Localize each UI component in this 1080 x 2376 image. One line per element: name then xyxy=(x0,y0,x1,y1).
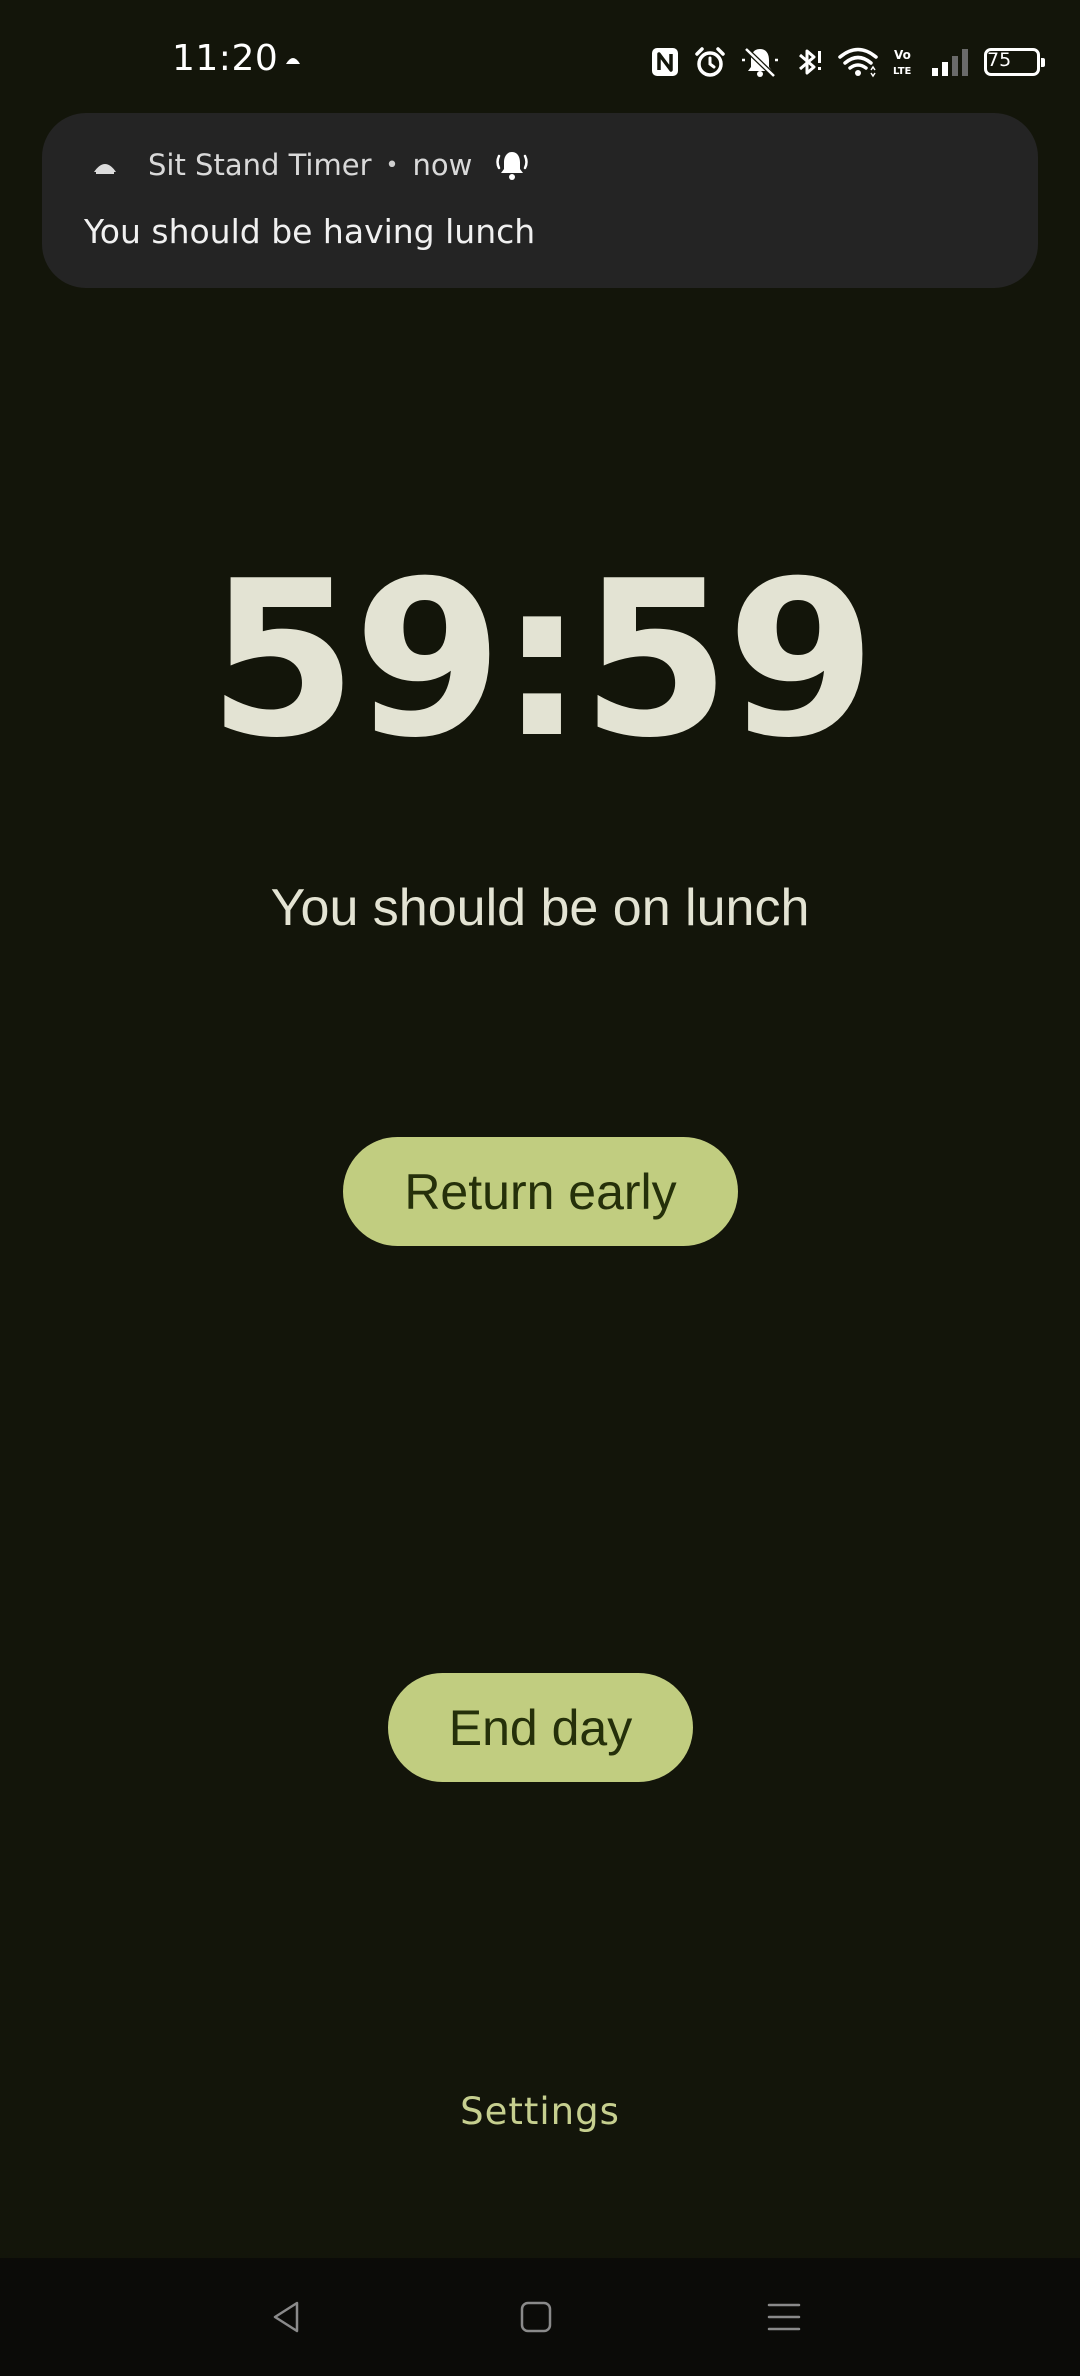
nfc-icon xyxy=(652,48,678,76)
app-icon xyxy=(94,164,116,174)
status-message: You should be on lunch xyxy=(270,879,810,937)
status-time: 11:20 xyxy=(172,38,279,79)
notification-header: Sit Stand Timer • now xyxy=(148,148,532,182)
wifi-icon xyxy=(838,47,878,78)
notification-time: now xyxy=(412,148,473,182)
notification-separator: • xyxy=(385,152,399,178)
notification-card[interactable] xyxy=(42,113,1038,288)
screen: 11:20 Vo LTE 75 Sit Stand Timer • now Yo… xyxy=(0,0,1080,2376)
signal-icon xyxy=(932,49,968,76)
notification-message: You should be having lunch xyxy=(84,212,536,251)
svg-text:Vo: Vo xyxy=(894,48,911,62)
back-icon xyxy=(273,2301,299,2333)
recents-button[interactable] xyxy=(724,2258,844,2376)
recents-icon xyxy=(767,2303,801,2331)
return-early-button[interactable]: Return early xyxy=(343,1137,738,1246)
end-day-button[interactable]: End day xyxy=(388,1673,693,1782)
battery-level: 75 xyxy=(987,49,1012,71)
home-icon xyxy=(520,2301,552,2333)
notification-app-name: Sit Stand Timer xyxy=(148,148,372,182)
navigation-bar xyxy=(0,2258,1080,2376)
volte-icon: Vo LTE xyxy=(893,48,912,77)
battery-icon: 75 xyxy=(984,48,1045,76)
status-icons: Vo LTE 75 xyxy=(650,40,1045,84)
app-notification-icon xyxy=(286,58,300,64)
back-button[interactable] xyxy=(227,2258,347,2376)
alert-bell-icon xyxy=(496,152,529,180)
status-bar: 11:20 Vo LTE 75 xyxy=(0,0,1080,115)
silent-bell-icon xyxy=(742,47,778,78)
settings-link[interactable]: Settings xyxy=(0,2090,1080,2133)
home-button[interactable] xyxy=(476,2258,596,2376)
bluetooth-icon xyxy=(799,49,821,75)
svg-text:LTE: LTE xyxy=(893,66,912,77)
countdown-timer: 59:59 xyxy=(207,534,876,785)
alarm-icon xyxy=(695,47,725,77)
